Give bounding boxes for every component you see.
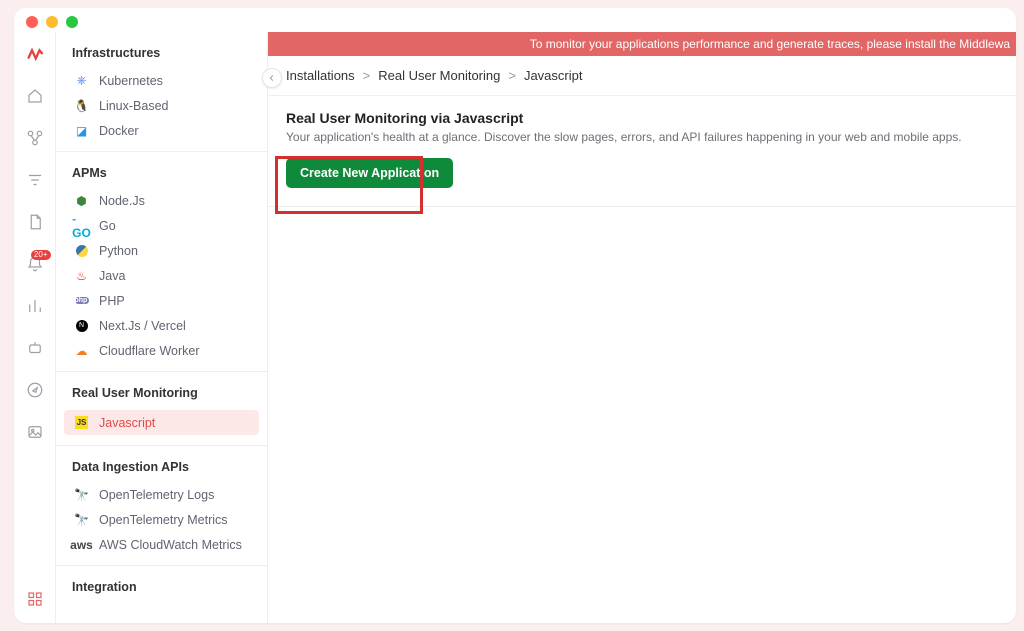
otel-icon: 🔭 <box>74 487 89 502</box>
sidebar-item-label: Cloudflare Worker <box>99 344 200 358</box>
robot-icon[interactable] <box>25 338 45 358</box>
sidebar-item-label: Java <box>99 269 125 283</box>
nextjs-icon: N <box>74 318 89 333</box>
apps-grid-icon[interactable] <box>25 589 45 609</box>
banner-text: To monitor your applications performance… <box>530 37 1010 51</box>
aws-icon: aws <box>74 537 89 552</box>
compass-icon[interactable] <box>25 380 45 400</box>
java-icon: ♨ <box>74 268 89 283</box>
kubernetes-icon: ⎈ <box>74 73 89 88</box>
chevron-right-icon: > <box>363 68 371 83</box>
sidebar: Infrastructures ⎈ Kubernetes 🐧 Linux-Bas… <box>56 32 268 623</box>
breadcrumb-item[interactable]: Javascript <box>524 68 583 83</box>
nodejs-icon: ⬢ <box>74 193 89 208</box>
sidebar-item-label: OpenTelemetry Logs <box>99 488 214 502</box>
window-close-icon[interactable] <box>26 16 38 28</box>
app-content: 20+ Infrastructures ⎈ <box>14 32 1016 623</box>
sidebar-heading: Infrastructures <box>56 42 267 68</box>
sidebar-item-nextjs[interactable]: N Next.Js / Vercel <box>56 313 267 338</box>
sidebar-section-apms: APMs ⬢ Node.Js -GO Go Python ♨ Java <box>56 152 267 372</box>
sidebar-item-label: Linux-Based <box>99 99 169 113</box>
sidebar-item-php[interactable]: php PHP <box>56 288 267 313</box>
nodes-icon[interactable] <box>25 128 45 148</box>
page-title: Real User Monitoring via Javascript <box>286 110 998 126</box>
sidebar-item-label: PHP <box>99 294 125 308</box>
alerts-badge: 20+ <box>31 250 51 260</box>
sidebar-item-otel-logs[interactable]: 🔭 OpenTelemetry Logs <box>56 482 267 507</box>
chevron-right-icon: > <box>508 68 516 83</box>
sidebar-item-label: Node.Js <box>99 194 145 208</box>
linux-icon: 🐧 <box>74 98 89 113</box>
window-zoom-icon[interactable] <box>66 16 78 28</box>
sidebar-item-label: Kubernetes <box>99 74 163 88</box>
sidebar-item-label: Docker <box>99 124 139 138</box>
sidebar-item-kubernetes[interactable]: ⎈ Kubernetes <box>56 68 267 93</box>
chevron-left-icon <box>267 73 277 83</box>
sidebar-item-nodejs[interactable]: ⬢ Node.Js <box>56 188 267 213</box>
sidebar-item-javascript[interactable]: JS Javascript <box>64 410 259 435</box>
page-header: Real User Monitoring via Javascript Your… <box>268 96 1016 207</box>
nav-rail: 20+ <box>14 32 56 623</box>
sidebar-item-label: Javascript <box>99 416 155 430</box>
alerts-icon[interactable]: 20+ <box>25 254 45 274</box>
filter-icon[interactable] <box>25 170 45 190</box>
home-icon[interactable] <box>25 86 45 106</box>
logo-icon[interactable] <box>25 44 45 64</box>
sidebar-section-rum: Real User Monitoring JS Javascript <box>56 372 267 446</box>
main-panel: To monitor your applications performance… <box>268 32 1016 623</box>
create-new-application-button[interactable]: Create New Application <box>286 158 453 188</box>
sidebar-item-label: OpenTelemetry Metrics <box>99 513 228 527</box>
bar-chart-icon[interactable] <box>25 296 45 316</box>
breadcrumb: Installations > Real User Monitoring > J… <box>268 56 1016 96</box>
document-icon[interactable] <box>25 212 45 232</box>
window-minimize-icon[interactable] <box>46 16 58 28</box>
sidebar-section-ingestion: Data Ingestion APIs 🔭 OpenTelemetry Logs… <box>56 446 267 566</box>
sidebar-heading: APMs <box>56 162 267 188</box>
sidebar-section-infra: Infrastructures ⎈ Kubernetes 🐧 Linux-Bas… <box>56 32 267 152</box>
sidebar-item-cloudflare[interactable]: ☁ Cloudflare Worker <box>56 338 267 363</box>
sidebar-item-label: Next.Js / Vercel <box>99 319 186 333</box>
sidebar-item-label: Python <box>99 244 138 258</box>
sidebar-heading: Data Ingestion APIs <box>56 456 267 482</box>
cloudflare-icon: ☁ <box>74 343 89 358</box>
sidebar-item-aws-cloudwatch[interactable]: aws AWS CloudWatch Metrics <box>56 532 267 557</box>
sidebar-section-integration: Integration <box>56 566 267 610</box>
sidebar-item-label: AWS CloudWatch Metrics <box>99 538 242 552</box>
go-icon: -GO <box>74 218 89 233</box>
sidebar-item-docker[interactable]: ◪ Docker <box>56 118 267 143</box>
otel-icon: 🔭 <box>74 512 89 527</box>
sidebar-item-python[interactable]: Python <box>56 238 267 263</box>
javascript-icon: JS <box>74 415 89 430</box>
breadcrumb-item[interactable]: Installations <box>286 68 355 83</box>
window-titlebar <box>14 8 1016 26</box>
docker-icon: ◪ <box>74 123 89 138</box>
sidebar-item-linux[interactable]: 🐧 Linux-Based <box>56 93 267 118</box>
python-icon <box>74 243 89 258</box>
sidebar-item-otel-metrics[interactable]: 🔭 OpenTelemetry Metrics <box>56 507 267 532</box>
picture-icon[interactable] <box>25 422 45 442</box>
breadcrumb-item[interactable]: Real User Monitoring <box>378 68 500 83</box>
sidebar-item-go[interactable]: -GO Go <box>56 213 267 238</box>
page-subtitle: Your application's health at a glance. D… <box>286 130 998 144</box>
collapse-sidebar-button[interactable] <box>262 68 282 88</box>
sidebar-heading: Integration <box>56 576 267 602</box>
sidebar-item-label: Go <box>99 219 116 233</box>
sidebar-heading: Real User Monitoring <box>56 382 267 408</box>
app-window: 20+ Infrastructures ⎈ <box>14 8 1016 623</box>
php-icon: php <box>74 293 89 308</box>
install-banner[interactable]: To monitor your applications performance… <box>268 32 1016 56</box>
sidebar-item-java[interactable]: ♨ Java <box>56 263 267 288</box>
